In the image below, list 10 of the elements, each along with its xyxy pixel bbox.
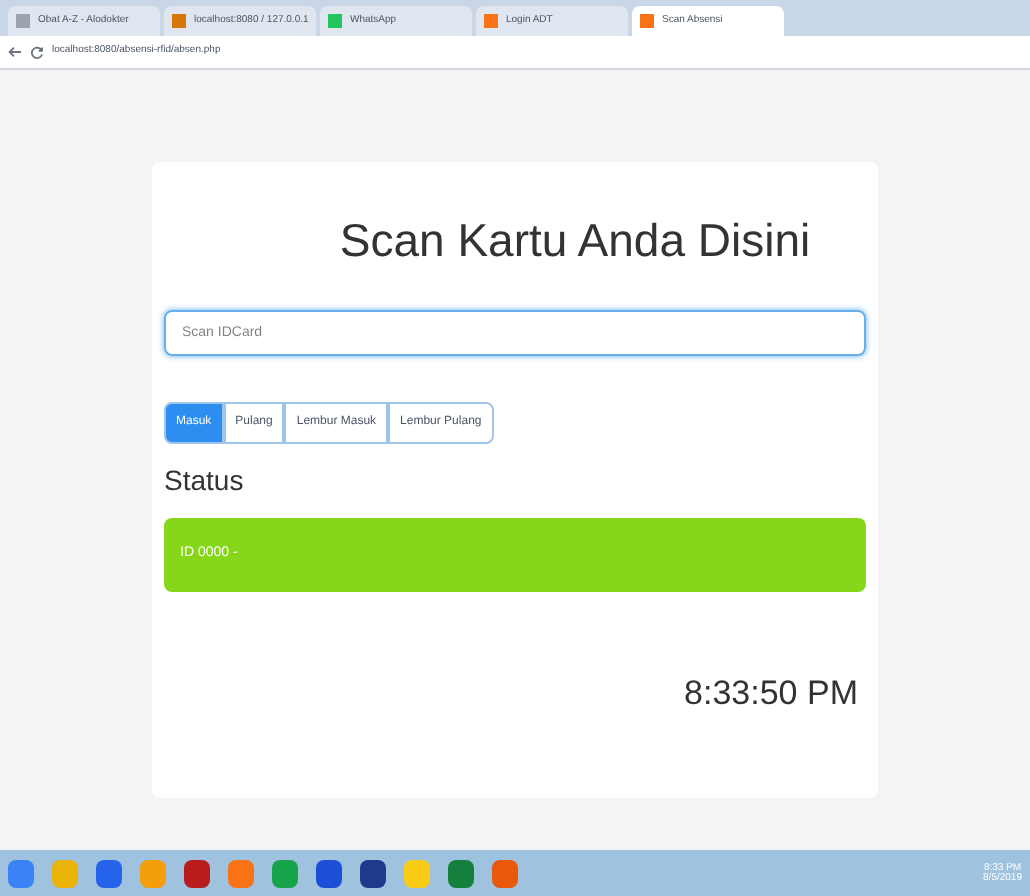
- clock-text: 8:33:50 PM: [682, 671, 860, 715]
- app-icon[interactable]: [360, 859, 386, 887]
- reload-icon[interactable]: [30, 45, 44, 59]
- back-icon[interactable]: [8, 46, 22, 58]
- app-icon[interactable]: [184, 859, 210, 887]
- app-icon[interactable]: [96, 859, 122, 887]
- status-heading: Status: [164, 461, 246, 499]
- card-title: Scan Kartu Anda Disini: [337, 212, 813, 270]
- app-icon[interactable]: [316, 859, 342, 887]
- app-icon[interactable]: [448, 859, 474, 887]
